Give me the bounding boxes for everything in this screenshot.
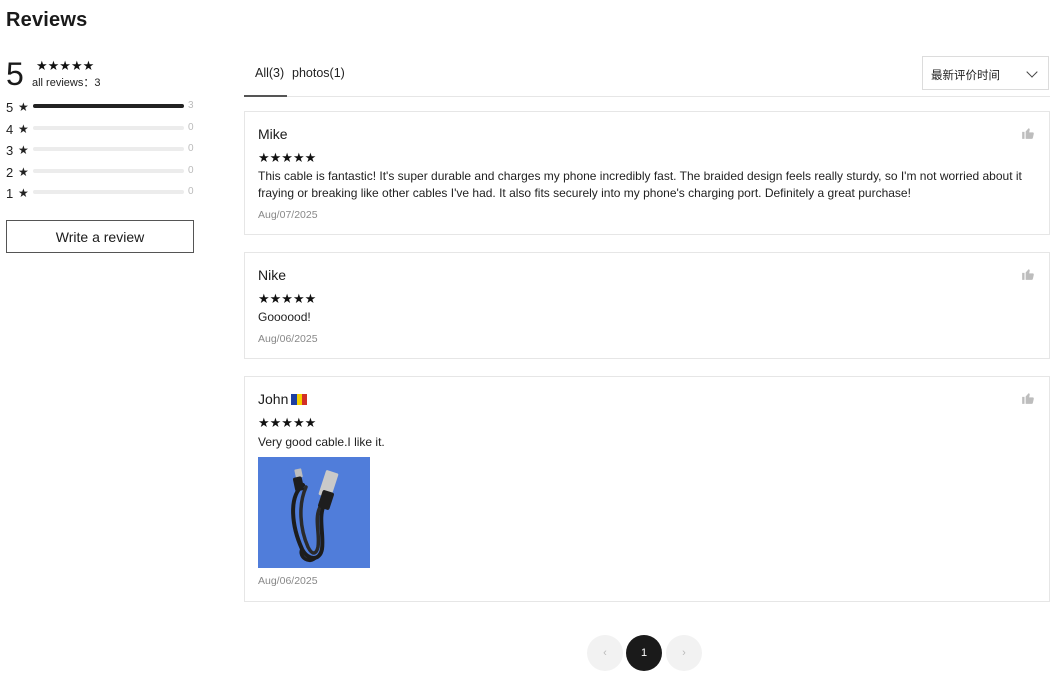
distribution-stars-label: 5 (6, 100, 14, 115)
thumbs-up-icon[interactable] (1021, 391, 1035, 405)
thumbs-up-icon[interactable] (1021, 267, 1035, 281)
tab-all[interactable]: All(3) (255, 66, 284, 80)
average-score: 5 (6, 56, 24, 92)
distribution-row: 1 ★ 0 (6, 185, 196, 207)
review-text: This cable is fantastic! It's super dura… (258, 169, 1022, 200)
distribution-count: 0 (188, 143, 194, 154)
star-icon: ★ (18, 143, 29, 157)
thumbs-up-icon[interactable] (1021, 126, 1035, 140)
write-review-button[interactable]: Write a review (6, 220, 194, 253)
distribution-bar (33, 104, 184, 108)
romania-flag-icon (291, 394, 308, 405)
distribution-row: 5 ★ 3 (6, 99, 196, 121)
distribution-stars-label: 3 (6, 143, 14, 158)
distribution-count: 0 (188, 186, 194, 197)
distribution-count: 0 (188, 164, 194, 176)
distribution-bar (33, 125, 184, 130)
page-title: Reviews (6, 9, 88, 31)
review-date: Aug/07/2025 (258, 209, 318, 221)
chevron-down-icon (1026, 66, 1038, 78)
sort-selected-value: 最新评价时间 (931, 68, 1000, 82)
pagination-page-1[interactable]: 1 (626, 635, 662, 671)
review-date: Aug/06/2025 (258, 575, 318, 587)
active-tab-indicator (244, 95, 287, 97)
distribution-bar-fill (33, 104, 184, 108)
star-icon: ★ (18, 186, 29, 200)
review-card: John ★★★★★ Very good cable.I like it. Au… (244, 376, 1050, 602)
review-author: Nike (258, 267, 287, 283)
distribution-bar (33, 147, 184, 151)
review-stars: ★★★★★ (258, 291, 317, 306)
distribution-bar (33, 168, 184, 173)
star-icon: ★ (18, 100, 29, 114)
star-icon: ★ (18, 164, 29, 179)
sort-select[interactable]: 最新评价时间 (922, 56, 1049, 90)
all-reviews-count: all reviews：3 (32, 77, 101, 89)
review-card: Mike ★★★★★ This cable is fantastic! It's… (244, 111, 1050, 235)
distribution-stars-label: 2 (6, 164, 14, 180)
review-text: Very good cable.I like it. (258, 435, 385, 449)
review-photo[interactable] (258, 457, 370, 568)
rating-distribution: 5 ★ 3 4 ★ 0 3 ★ 0 2 ★ 0 1 ★ 0 (6, 99, 196, 207)
distribution-row: 2 ★ 0 (6, 164, 196, 186)
distribution-bar (33, 190, 184, 194)
review-stars: ★★★★★ (258, 150, 317, 165)
distribution-row: 3 ★ 0 (6, 142, 196, 164)
distribution-count: 0 (188, 121, 194, 133)
distribution-row: 4 ★ 0 (6, 121, 196, 143)
review-card: Nike ★★★★★ Goooood! Aug/06/2025 (244, 252, 1050, 359)
tab-photos[interactable]: photos(1) (292, 66, 345, 80)
pagination-next-button[interactable]: › (666, 635, 702, 671)
review-author-row: John (258, 391, 308, 407)
distribution-count: 3 (188, 100, 194, 111)
review-author: Mike (258, 126, 288, 142)
average-stars: ★★★★★ (36, 58, 95, 73)
pagination-prev-button[interactable]: ‹ (587, 635, 623, 671)
distribution-stars-label: 4 (6, 121, 14, 137)
review-date: Aug/06/2025 (258, 333, 318, 345)
review-stars: ★★★★★ (258, 415, 317, 430)
distribution-stars-label: 1 (6, 186, 14, 201)
star-icon: ★ (18, 121, 29, 136)
review-author: John (258, 391, 289, 407)
review-text: Goooood! (258, 310, 311, 324)
